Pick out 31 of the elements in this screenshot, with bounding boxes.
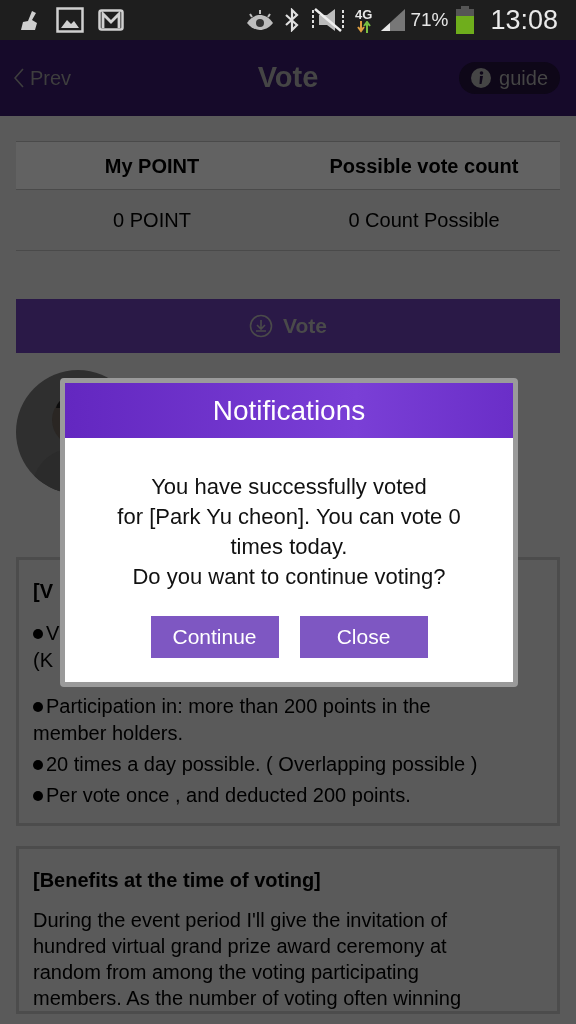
page-title: Vote [257,60,319,96]
download-icon [249,314,273,338]
dialog-title: Notifications [65,383,513,438]
table-cell-text: 0 Count Possible [347,208,501,233]
guide-button[interactable]: guide [459,62,560,94]
mail-icon [98,9,124,31]
bullet-text: member holders. [33,721,184,746]
data-arrows-icon [355,20,372,33]
eye-icon [245,9,276,31]
dialog-message: You have successfully voted for [Park Yu cheon]. You can vote 0 times today. Do you want to continue voting? [116,473,462,591]
column-header: Possible vote count [328,153,520,179]
dialog-button[interactable]: Close [299,616,428,658]
image-icon [56,7,84,33]
info-icon [471,68,492,88]
card-title: [Benefits at the time of voting] [33,868,321,893]
table-cell-text: 0 POINT [112,208,192,233]
card-title: [V [33,579,53,604]
signal-icon [380,8,407,32]
column-header: My POINT [103,153,201,179]
bullet-text: (K [33,648,53,673]
dialog-button[interactable]: Continue [150,616,279,658]
battery-percent: 71% [410,7,449,32]
battery-icon [456,6,475,34]
chevron-left-icon [14,68,24,88]
bullet-text: V [46,621,60,646]
bullet-text: 20 times a day possible. ( Overlapping possible ) [46,752,478,777]
clock: 13:08 [490,3,558,37]
bullet-text: Participation in: more than 200 points in the [46,694,431,719]
bullet-text: Per vote once , and deducted 200 points. [46,783,411,808]
benefits-text: During the event period I'll give the invitation of hundred virtual grand prize award ceremony at random from among the voting participating members. As the number of voting often winning [33,908,462,1011]
network-label: 4G [355,7,373,21]
